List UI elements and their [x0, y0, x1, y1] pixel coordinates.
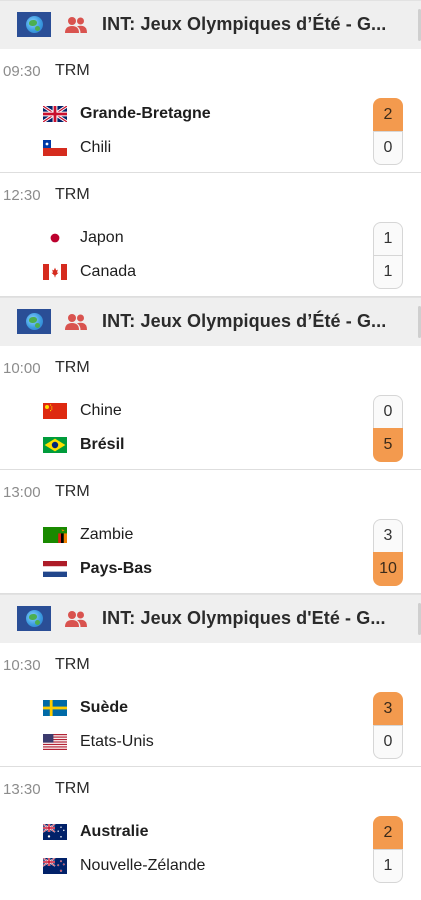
team-away: Etats-Unis 0: [0, 725, 421, 759]
match-row[interactable]: 10:30 TRM Suède 3 Etats-Unis 0: [0, 643, 421, 767]
match-status: TRM: [55, 62, 90, 79]
competition-section: INT: Jeux Olympiques d'Eté - G... 10:30 …: [0, 594, 421, 890]
team-away: Chili 0: [0, 131, 421, 165]
flag-zm-icon: [43, 527, 67, 543]
team-name: Etats-Unis: [80, 733, 154, 750]
team-name: Pays-Bas: [80, 560, 153, 577]
team-home: Grande-Bretagne 2: [0, 97, 421, 131]
flag-us-icon: [43, 734, 67, 750]
team-score: 5: [373, 428, 403, 462]
match-time: 13:00: [3, 484, 41, 501]
team-score: 1: [373, 222, 403, 255]
globe-flag-icon: [17, 309, 51, 334]
flag-cn-icon: [43, 403, 67, 419]
flag-gb-icon: [43, 106, 67, 122]
flag-nl-icon: [43, 561, 67, 577]
match-list: INT: Jeux Olympiques d’Été - G... 09:30 …: [0, 0, 421, 890]
match-row[interactable]: 13:30 TRM Australie 2 Nouvelle-Zélande 1: [0, 767, 421, 890]
match-time: 12:30: [3, 187, 41, 204]
match-status: TRM: [55, 656, 90, 673]
team-name: Chili: [80, 139, 112, 156]
team-home: Zambie 3: [0, 518, 421, 552]
team-home: Australie 2: [0, 815, 421, 849]
flag-br-icon: [43, 437, 67, 453]
team-away: Nouvelle-Zélande 1: [0, 849, 421, 883]
team-away: Canada 1: [0, 255, 421, 289]
team-away: Pays-Bas 10: [0, 552, 421, 586]
match-row[interactable]: 10:00 TRM Chine 0 Brésil 5: [0, 346, 421, 470]
team-score: 0: [373, 131, 403, 165]
team-name: Japon: [80, 229, 124, 246]
competition-header[interactable]: INT: Jeux Olympiques d'Eté - G...: [0, 594, 421, 643]
flag-au-icon: [43, 824, 67, 840]
flag-se-icon: [43, 700, 67, 716]
competition-title: INT: Jeux Olympiques d’Été - G...: [102, 311, 387, 331]
team-score: 10: [373, 552, 403, 586]
globe-flag-icon: [17, 606, 51, 631]
team-score: 0: [373, 395, 403, 428]
team-score: 1: [373, 849, 403, 883]
team-name: Australie: [80, 823, 149, 840]
competition-section: INT: Jeux Olympiques d’Été - G... 09:30 …: [0, 0, 421, 297]
competition-header[interactable]: INT: Jeux Olympiques d’Été - G...: [0, 0, 421, 49]
team-home: Japon 1: [0, 221, 421, 255]
team-name: Zambie: [80, 526, 134, 543]
match-status: TRM: [55, 483, 90, 500]
match-time: 10:30: [3, 657, 41, 674]
competition-title: INT: Jeux Olympiques d’Été - G...: [102, 14, 387, 34]
team-score: 0: [373, 725, 403, 759]
team-home: Chine 0: [0, 394, 421, 428]
team-score: 2: [373, 816, 403, 849]
flag-nz-icon: [43, 858, 67, 874]
team-name: Brésil: [80, 436, 125, 453]
team-name: Grande-Bretagne: [80, 105, 211, 122]
team-score: 3: [373, 519, 403, 552]
women-team-icon: [64, 15, 88, 35]
team-score: 1: [373, 255, 403, 289]
team-name: Chine: [80, 402, 122, 419]
competition-title: INT: Jeux Olympiques d'Eté - G...: [102, 608, 386, 628]
match-row[interactable]: 13:00 TRM Zambie 3 Pays-Bas 10: [0, 470, 421, 594]
match-status: TRM: [55, 780, 90, 797]
match-row[interactable]: 09:30 TRM Grande-Bretagne 2 Chili 0: [0, 49, 421, 173]
flag-ca-icon: [43, 264, 67, 280]
match-status: TRM: [55, 359, 90, 376]
competition-section: INT: Jeux Olympiques d’Été - G... 10:00 …: [0, 297, 421, 594]
match-time: 10:00: [3, 360, 41, 377]
women-team-icon: [64, 312, 88, 332]
team-score: 3: [373, 692, 403, 725]
team-name: Suède: [80, 699, 129, 716]
team-name: Canada: [80, 263, 137, 280]
match-time: 09:30: [3, 63, 41, 80]
match-row[interactable]: 12:30 TRM Japon 1 Canada 1: [0, 173, 421, 297]
flag-jp-icon: [43, 230, 67, 246]
team-name: Nouvelle-Zélande: [80, 857, 206, 874]
flag-cl-icon: [43, 140, 67, 156]
globe-flag-icon: [17, 12, 51, 37]
competition-header[interactable]: INT: Jeux Olympiques d’Été - G...: [0, 297, 421, 346]
women-team-icon: [64, 609, 88, 629]
match-time: 13:30: [3, 781, 41, 798]
match-status: TRM: [55, 186, 90, 203]
team-away: Brésil 5: [0, 428, 421, 462]
team-score: 2: [373, 98, 403, 131]
team-home: Suède 3: [0, 691, 421, 725]
